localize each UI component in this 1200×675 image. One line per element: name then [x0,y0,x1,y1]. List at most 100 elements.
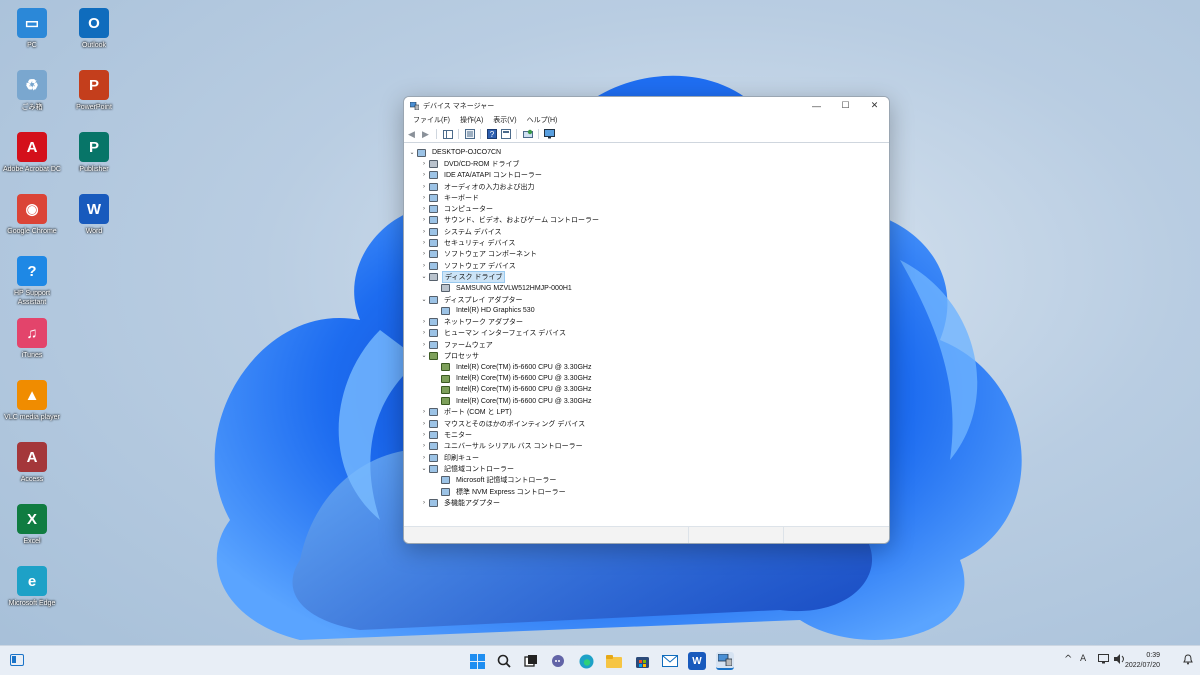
desktop-icon-microsoft-edge[interactable]: e Microsoft Edge [1,566,63,608]
desktop-icon-excel[interactable]: X Excel [1,504,63,546]
tree-node[interactable]: › ソフトウェア コンポーネント [404,249,889,260]
chevron-right-icon[interactable]: › [419,342,429,348]
chevron-right-icon[interactable]: › [419,184,429,190]
network-icon[interactable] [1098,654,1110,667]
ime-indicator[interactable]: A [1080,654,1086,664]
tree-node[interactable]: › オーディオの入力および出力 [404,181,889,192]
edge-icon[interactable] [577,652,595,670]
tree-node[interactable]: Intel(R) HD Graphics 530 [404,305,889,316]
chevron-right-icon[interactable]: › [419,330,429,336]
start-icon[interactable] [468,652,486,670]
tree-node[interactable]: ⌄ ディスプレイ アダプター [404,294,889,305]
clock[interactable]: 0:39 2022/07/20 [1125,651,1160,671]
menu-file[interactable]: ファイル(F) [408,115,455,125]
tree-node[interactable]: › 印刷キュー [404,452,889,463]
tree-node[interactable]: Microsoft 記憶域コントローラー [404,475,889,486]
tree-node[interactable]: › IDE ATA/ATAPI コントローラー [404,170,889,181]
tree-node[interactable]: ⌄ 記憶域コントローラー [404,463,889,474]
tree-node[interactable]: › マウスとそのほかのポインティング デバイス [404,418,889,429]
tree-node[interactable]: › DVD/CD-ROM ドライブ [404,158,889,169]
tree-node[interactable]: › ポート (COM と LPT) [404,407,889,418]
desktop-icon-google-chrome[interactable]: ◉ Google Chrome [1,194,63,236]
back-icon[interactable]: ◀ [406,129,417,140]
explorer-icon[interactable] [605,652,623,670]
tree-node[interactable]: › モニター [404,429,889,440]
mail-icon[interactable] [661,652,679,670]
help-icon[interactable]: ? [486,129,497,140]
scan-hardware-icon[interactable] [522,129,533,140]
maximize-button[interactable]: ☐ [831,97,860,114]
chevron-right-icon[interactable]: › [419,195,429,201]
chevron-right-icon[interactable]: › [419,206,429,212]
tree-node[interactable]: Intel(R) Core(TM) i5-6600 CPU @ 3.30GHz [404,373,889,384]
tree-node[interactable]: Intel(R) Core(TM) i5-6600 CPU @ 3.30GHz [404,384,889,395]
device-manager-window[interactable]: デバイス マネージャー — ☐ ✕ ファイル(F) 操作(A) 表示(V) ヘル… [403,96,890,544]
update-driver-icon[interactable] [500,129,511,140]
menu-help[interactable]: ヘルプ(H) [522,115,563,125]
desktop-icon-itunes[interactable]: ♫ iTunes [1,318,63,360]
chevron-right-icon[interactable]: › [419,217,429,223]
task-view-icon[interactable] [522,652,540,670]
tree-node[interactable]: Intel(R) Core(TM) i5-6600 CPU @ 3.30GHz [404,362,889,373]
word-icon[interactable]: W [688,652,706,670]
notification-icon[interactable] [1183,654,1193,668]
tree-node[interactable]: › セキュリティ デバイス [404,237,889,248]
tree-node[interactable]: › システム デバイス [404,226,889,237]
desktop-icon-[interactable]: ♻ ごみ箱 [1,70,63,112]
store-icon[interactable] [633,652,651,670]
tree-node[interactable]: › ユニバーサル シリアル バス コントローラー [404,441,889,452]
desktop-icon-powerpoint[interactable]: P PowerPoint [63,70,125,112]
desktop-icon-outlook[interactable]: O Outlook [63,8,125,50]
tree-node[interactable]: › キーボード [404,192,889,203]
desktop-icon-vlc-media-player[interactable]: ▲ VLC media player [1,380,63,422]
desktop-icon-publisher[interactable]: P Publisher [63,132,125,174]
chevron-down-icon[interactable]: ⌄ [419,465,429,472]
menu-view[interactable]: 表示(V) [488,115,521,125]
tree-node[interactable]: › ネットワーク アダプター [404,316,889,327]
tree-node[interactable]: ⌄ DESKTOP-OJCO7CN [404,147,889,158]
menu-action[interactable]: 操作(A) [455,115,488,125]
chevron-right-icon[interactable]: › [419,240,429,246]
close-button[interactable]: ✕ [860,97,889,114]
widgets-icon[interactable] [10,654,24,666]
show-hide-tree-icon[interactable] [442,129,453,140]
search-icon[interactable] [495,652,513,670]
tree-node[interactable]: ⌄ プロセッサ [404,350,889,361]
tree-node[interactable]: Intel(R) Core(TM) i5-6600 CPU @ 3.30GHz [404,396,889,407]
chevron-right-icon[interactable]: › [419,263,429,269]
tree-node[interactable]: SAMSUNG MZVLW512HMJP-000H1 [404,283,889,294]
device-manager-icon[interactable] [716,652,734,670]
tree-node[interactable]: › サウンド、ビデオ、およびゲーム コントローラー [404,215,889,226]
chevron-right-icon[interactable]: › [419,229,429,235]
chevron-right-icon[interactable]: › [419,172,429,178]
show-hidden-icons[interactable]: ^ [1064,654,1072,665]
chevron-right-icon[interactable]: › [419,409,429,415]
chevron-down-icon[interactable]: ⌄ [419,273,429,280]
chevron-right-icon[interactable]: › [419,500,429,506]
tree-node[interactable]: 標準 NVM Express コントローラー [404,486,889,497]
desktop-icon-adobe-acrobat-dc[interactable]: A Adobe Acrobat DC [1,132,63,174]
minimize-button[interactable]: — [802,97,831,114]
chevron-down-icon[interactable]: ⌄ [419,352,429,359]
chevron-right-icon[interactable]: › [419,421,429,427]
desktop-icon-word[interactable]: W Word [63,194,125,236]
chevron-right-icon[interactable]: › [419,443,429,449]
title-bar[interactable]: デバイス マネージャー — ☐ ✕ [404,97,889,114]
tree-node[interactable]: › 多機能アダプター [404,497,889,508]
chevron-down-icon[interactable]: ⌄ [419,296,429,303]
chevron-down-icon[interactable]: ⌄ [407,149,417,156]
desktop-icon-access[interactable]: A Access [1,442,63,484]
chevron-right-icon[interactable]: › [419,432,429,438]
chat-icon[interactable] [549,652,567,670]
chevron-right-icon[interactable]: › [419,251,429,257]
monitor-icon[interactable] [544,129,555,140]
chevron-right-icon[interactable]: › [419,319,429,325]
tree-node[interactable]: ⌄ ディスク ドライブ [404,270,889,283]
tree-node[interactable]: › ヒューマン インターフェイス デバイス [404,328,889,339]
chevron-right-icon[interactable]: › [419,161,429,167]
tree-node[interactable]: › コンピューター [404,203,889,214]
chevron-right-icon[interactable]: › [419,455,429,461]
tree-node[interactable]: › ソフトウェア デバイス [404,260,889,271]
device-tree[interactable]: ⌄ DESKTOP-OJCO7CN › DVD/CD-ROM ドライブ › IDE ATA… [404,145,889,527]
forward-icon[interactable]: ▶ [420,129,431,140]
